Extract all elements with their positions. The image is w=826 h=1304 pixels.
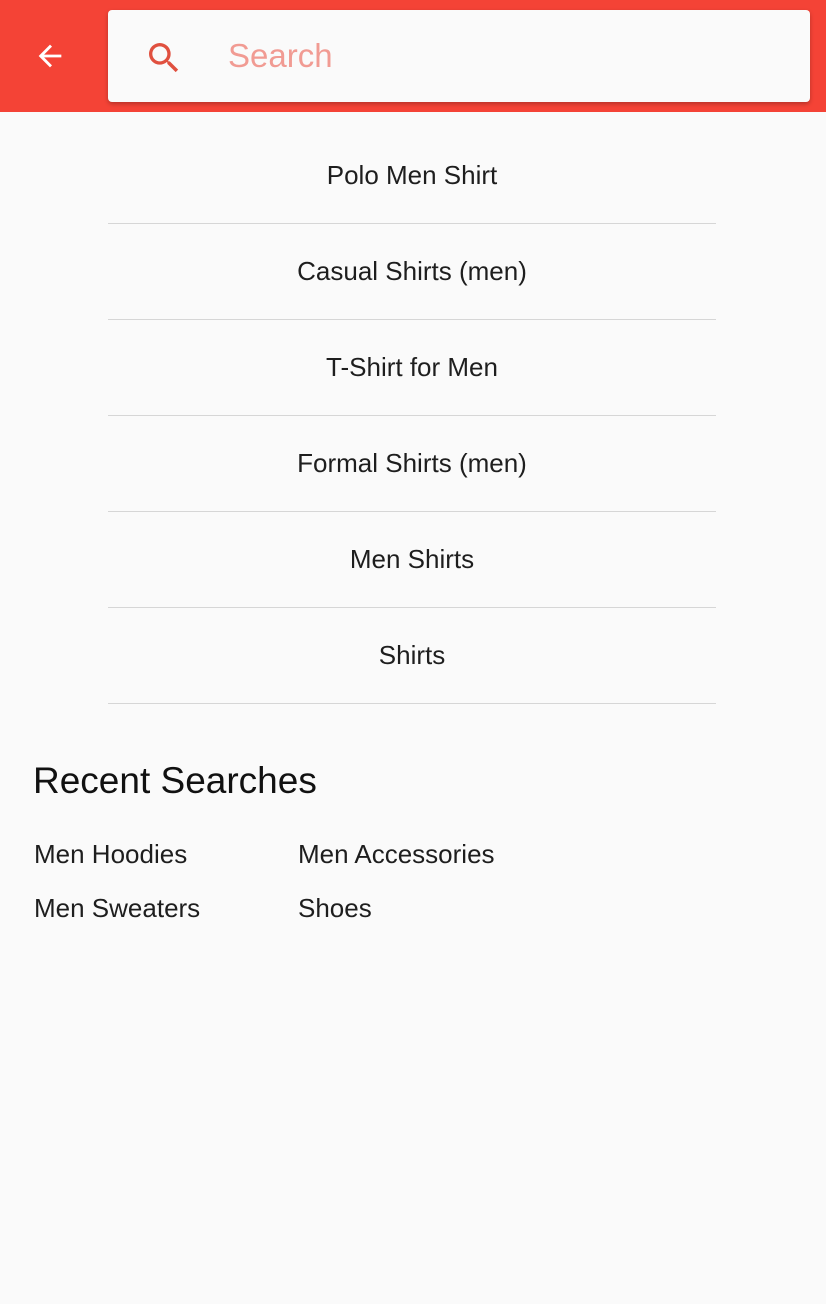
arrow-left-icon (38, 44, 62, 68)
recent-search-item[interactable]: Shoes (298, 890, 598, 944)
search-box (108, 10, 810, 102)
suggestion-item[interactable]: Men Shirts (108, 512, 716, 608)
search-input[interactable] (228, 30, 788, 82)
suggestion-item[interactable]: Polo Men Shirt (108, 128, 716, 224)
recent-search-item[interactable]: Men Accessories (298, 836, 598, 890)
search-icon (149, 43, 179, 73)
app-bar (0, 0, 826, 112)
recent-searches-title: Recent Searches (33, 760, 317, 801)
suggestion-list: Polo Men Shirt Casual Shirts (men) T-Shi… (108, 128, 716, 704)
suggestion-item[interactable]: Shirts (108, 608, 716, 704)
recent-search-item[interactable]: Men Hoodies (34, 836, 298, 890)
recent-searches-list: Men Hoodies Men Accessories Men Sweaters… (34, 836, 634, 944)
suggestion-item[interactable]: Formal Shirts (men) (108, 416, 716, 512)
suggestion-item[interactable]: Casual Shirts (men) (108, 224, 716, 320)
recent-search-item[interactable]: Men Sweaters (34, 890, 298, 944)
back-button[interactable] (22, 30, 78, 82)
suggestion-item[interactable]: T-Shirt for Men (108, 320, 716, 416)
